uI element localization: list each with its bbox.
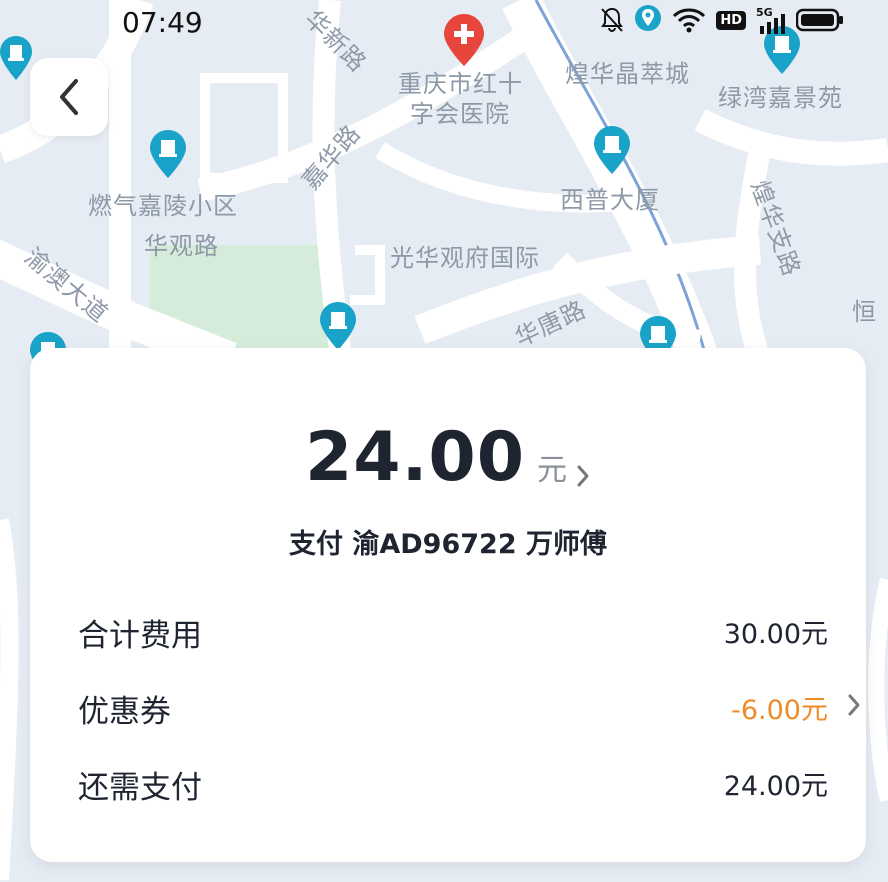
- hd-badge: HD: [716, 10, 746, 30]
- remaining-payment-value: 24.00元: [723, 771, 828, 802]
- building-pin-icon[interactable]: [0, 36, 32, 80]
- remaining-payment-row: 还需支付 24.00元: [78, 762, 828, 806]
- bell-off-icon: [601, 7, 624, 33]
- back-button[interactable]: [30, 58, 108, 136]
- map-label: 字会医院: [410, 100, 510, 128]
- status-time: 07:49: [122, 6, 203, 39]
- battery-icon: [796, 8, 843, 32]
- map-label: 恒: [852, 298, 877, 326]
- remaining-payment-label: 还需支付: [78, 770, 202, 806]
- chevron-right-icon: [577, 465, 589, 486]
- total-fee-label: 合计费用: [78, 618, 202, 654]
- map-label: 煌华晶萃城: [565, 60, 690, 88]
- coupon-row[interactable]: 优惠券 -6.00元: [78, 686, 860, 730]
- building-pin-icon[interactable]: [320, 302, 356, 350]
- building-pin-icon[interactable]: [594, 126, 630, 174]
- status-icons: HD 5G: [600, 4, 844, 36]
- status-bar: 07:49 HD 5G: [0, 0, 888, 40]
- amount-display[interactable]: 24.00 元: [30, 418, 866, 497]
- coupon-label: 优惠券: [78, 694, 171, 730]
- map-label: 西普大厦: [560, 186, 660, 214]
- payee-info: 支付 渝AD96722 万师傅: [288, 529, 608, 560]
- payment-amount: 24.00: [304, 418, 526, 497]
- signal-icon: 5G: [756, 6, 786, 34]
- coupon-value: -6.00元: [731, 695, 828, 726]
- total-fee-value: 30.00元: [723, 619, 828, 650]
- network-label: 5G: [756, 6, 773, 19]
- building-pin-icon[interactable]: [150, 130, 186, 178]
- total-fee-row: 合计费用 30.00元: [78, 610, 828, 654]
- wifi-icon: [673, 8, 706, 33]
- map-label: 绿湾嘉景苑: [718, 84, 843, 112]
- chevron-right-icon: [848, 694, 860, 716]
- map-label: 华观路: [144, 232, 219, 260]
- payment-card: 24.00 元 支付 渝AD96722 万师傅 合计费用 30.00元 优惠券 -…: [30, 348, 866, 862]
- map-label: 光华观府国际: [390, 244, 540, 272]
- amount-unit: 元: [537, 453, 568, 488]
- chevron-left-icon: [60, 79, 78, 115]
- location-icon: [635, 5, 662, 31]
- map-label: 燃气嘉陵小区: [88, 192, 238, 220]
